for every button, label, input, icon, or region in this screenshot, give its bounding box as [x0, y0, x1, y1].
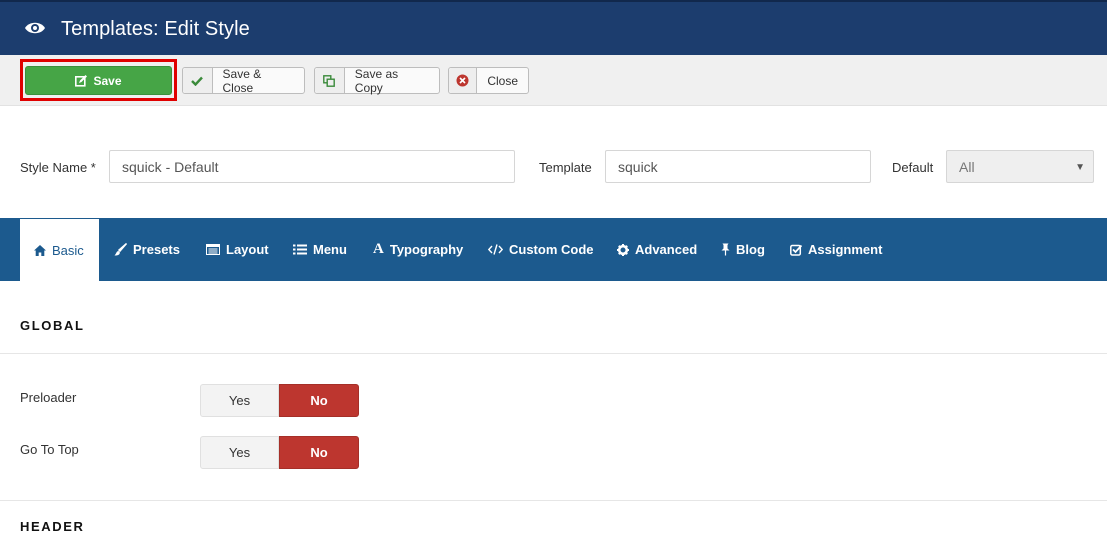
tab-custom-code[interactable]: Custom Code [488, 218, 594, 281]
copy-icon [323, 74, 336, 87]
tab-layout[interactable]: Layout [206, 218, 269, 281]
close-button[interactable]: Close [448, 67, 529, 94]
tab-basic[interactable]: Basic [20, 219, 99, 281]
preloader-no-option[interactable]: No [279, 384, 359, 417]
style-name-input[interactable]: squick - Default [109, 150, 515, 183]
home-icon [34, 244, 46, 256]
tab-label: Custom Code [509, 242, 594, 257]
save-close-label: Save & Close [222, 66, 262, 95]
font-icon: A [373, 241, 384, 257]
tab-label: Blog [736, 242, 765, 257]
check-square-icon [790, 244, 802, 256]
preloader-label: Preloader [20, 390, 77, 405]
eye-icon [25, 22, 45, 34]
preloader-toggle: Yes No [200, 384, 359, 417]
page-title: Templates: Edit Style [61, 18, 250, 40]
template-input[interactable]: squick [605, 150, 871, 183]
style-name-label: Style Name * [20, 160, 96, 175]
tab-bar: Basic Presets Layout Menu A Typography C… [0, 218, 1107, 281]
save-as-copy-label: Save as Copy [354, 66, 399, 95]
cog-icon [617, 243, 629, 256]
close-label: Close [487, 73, 518, 88]
tab-typography[interactable]: A Typography [373, 218, 463, 281]
close-circle-icon [456, 74, 469, 87]
go-to-top-yes-option[interactable]: Yes [200, 436, 279, 469]
tab-label: Assignment [808, 242, 883, 257]
save-close-button[interactable]: Save & Close [182, 66, 305, 95]
tab-label: Typography [389, 242, 464, 257]
tab-assignment[interactable]: Assignment [790, 218, 882, 281]
go-to-top-toggle: Yes No [200, 436, 359, 469]
pin-icon [721, 243, 730, 256]
brush-icon [114, 243, 127, 256]
section-divider [0, 353, 1107, 354]
save-as-copy-button[interactable]: Save as Copy [314, 66, 440, 95]
preloader-yes-option[interactable]: Yes [200, 384, 279, 417]
save-button[interactable]: Save [25, 66, 172, 95]
save-button-label: Save [93, 73, 122, 88]
section-title-global: GLOBAL [20, 318, 85, 333]
default-select[interactable]: All ▼ [946, 150, 1094, 183]
caret-down-icon: ▼ [1075, 162, 1085, 173]
go-to-top-label: Go To Top [20, 442, 79, 457]
tab-advanced[interactable]: Advanced [617, 218, 697, 281]
tab-menu[interactable]: Menu [293, 218, 347, 281]
default-select-value: All [959, 158, 975, 175]
section-divider [0, 500, 1107, 501]
check-icon [191, 76, 204, 86]
tab-blog[interactable]: Blog [721, 218, 765, 281]
page-header: Templates: Edit Style [0, 0, 1107, 55]
tab-presets[interactable]: Presets [114, 218, 180, 281]
go-to-top-no-option[interactable]: No [279, 436, 359, 469]
edit-icon [75, 74, 88, 87]
template-label: Template [539, 160, 592, 175]
default-label: Default [892, 160, 934, 175]
tab-label: Basic [52, 242, 84, 258]
list-icon [293, 244, 307, 255]
tab-label: Menu [313, 242, 347, 257]
tab-label: Presets [133, 242, 180, 257]
code-icon [488, 244, 503, 255]
layout-icon [206, 244, 220, 255]
tab-label: Advanced [635, 242, 698, 257]
tab-label: Layout [226, 242, 269, 257]
